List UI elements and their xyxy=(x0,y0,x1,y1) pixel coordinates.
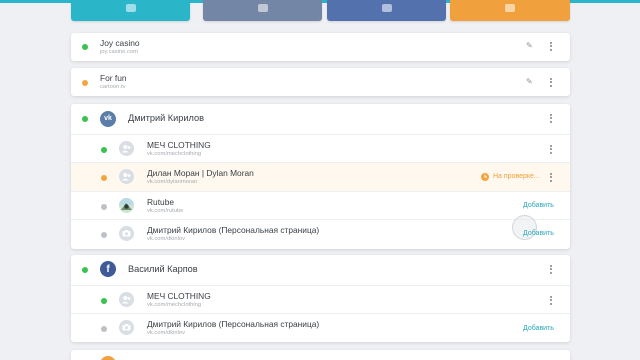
status-dot-pending xyxy=(82,80,88,86)
status-dot-offline xyxy=(101,232,107,238)
add-icon xyxy=(505,4,515,12)
list-item[interactable]: Rutube vk.com/rutube Добавить xyxy=(71,192,570,220)
edit-icon[interactable]: ✎ xyxy=(526,78,533,86)
status-dot-online xyxy=(82,116,88,122)
group-icon xyxy=(119,169,134,184)
page-url: vk.com/dylanmoran xyxy=(147,179,198,185)
page-url: vk.com/mechclothing xyxy=(147,151,202,157)
status-dot-offline xyxy=(101,326,107,332)
add-facebook-button[interactable] xyxy=(327,0,446,21)
account-name: Дмитрий Кирилов xyxy=(128,113,204,123)
account-header[interactable]: f Василий Карпов xyxy=(71,255,570,283)
clock-icon xyxy=(481,173,489,181)
list-item[interactable]: МЕЧ CLOTHING vk.com/mechclothing xyxy=(71,286,570,314)
site-url: cartoon.tv xyxy=(100,84,126,90)
list-item-pending[interactable]: Дилан Моран | Dylan Moran vk.com/dylanmo… xyxy=(71,163,570,191)
page-url: vk.com/dkirilov xyxy=(147,236,186,242)
account-header[interactable]: vk Дмитрий Кирилов xyxy=(71,104,570,132)
more-menu-icon[interactable] xyxy=(549,114,553,124)
account-card-partial xyxy=(71,350,570,360)
facebook-icon: f xyxy=(100,261,116,277)
page-title: МЕЧ CLOTHING xyxy=(147,140,211,150)
site-icon xyxy=(125,4,136,12)
more-menu-icon[interactable] xyxy=(549,265,553,275)
page-title: Дмитрий Кирилов (Персональная страница) xyxy=(147,225,320,235)
page-title: Дмитрий Кирилов (Персональная страница) xyxy=(147,319,320,329)
page-title: Дилан Моран | Dylan Moran xyxy=(147,168,254,178)
status-dot-offline xyxy=(101,204,107,210)
orange-network-icon xyxy=(100,356,116,360)
more-menu-icon[interactable] xyxy=(549,296,553,306)
facebook-account-card: f Василий Карпов МЕЧ CLOTHING vk.com/mec… xyxy=(71,255,570,342)
facebook-icon xyxy=(381,4,392,12)
group-icon xyxy=(119,292,134,307)
page-url: vk.com/dkirilov xyxy=(147,330,186,336)
vk-icon: vk xyxy=(100,111,116,127)
list-item[interactable]: Дмитрий Кирилов (Персональная страница) … xyxy=(71,215,570,248)
vk-icon xyxy=(257,4,268,12)
vk-account-card: vk Дмитрий Кирилов МЕЧ CLOTHING vk.com/m… xyxy=(71,104,570,249)
site-url: joy.casino.com xyxy=(100,49,138,55)
status-dot-online xyxy=(82,44,88,50)
page-title: МЕЧ CLOTHING xyxy=(147,291,211,301)
page-url: vk.com/mechclothing xyxy=(147,302,202,308)
edit-icon[interactable]: ✎ xyxy=(526,42,533,50)
site-title: Joy casino xyxy=(100,38,140,48)
add-button[interactable]: Добавить xyxy=(523,202,554,209)
status-dot-online xyxy=(82,267,88,273)
page-title: Rutube xyxy=(147,197,175,207)
site-card[interactable]: For fun cartoon.tv ✎ xyxy=(71,68,570,96)
more-menu-icon[interactable] xyxy=(549,78,553,88)
camera-icon xyxy=(119,320,134,335)
account-name: Василий Карпов xyxy=(128,264,198,274)
status-dot-pending xyxy=(101,175,107,181)
add-other-button[interactable] xyxy=(450,0,570,21)
status-dot-online xyxy=(101,147,107,153)
add-button[interactable]: Добавить xyxy=(523,325,554,332)
more-menu-icon[interactable] xyxy=(549,173,553,183)
list-item[interactable]: МЕЧ CLOTHING vk.com/mechclothing xyxy=(71,135,570,163)
more-menu-icon[interactable] xyxy=(549,145,553,155)
rutube-photo xyxy=(119,198,134,213)
list-item[interactable]: Дмитрий Кирилов (Персональная страница) … xyxy=(71,314,570,342)
page-url: vk.com/rutube xyxy=(147,208,184,214)
add-site-button[interactable] xyxy=(71,0,190,21)
add-vk-button[interactable] xyxy=(203,0,322,21)
group-icon xyxy=(119,141,134,156)
review-status-badge: На проверке... xyxy=(493,173,540,180)
site-card[interactable]: Joy casino joy.casino.com ✎ xyxy=(71,33,570,61)
status-dot-online xyxy=(101,298,107,304)
more-menu-icon[interactable] xyxy=(549,42,553,52)
add-button[interactable]: Добавить xyxy=(523,230,554,237)
camera-icon xyxy=(119,226,134,241)
site-title: For fun xyxy=(100,73,127,83)
